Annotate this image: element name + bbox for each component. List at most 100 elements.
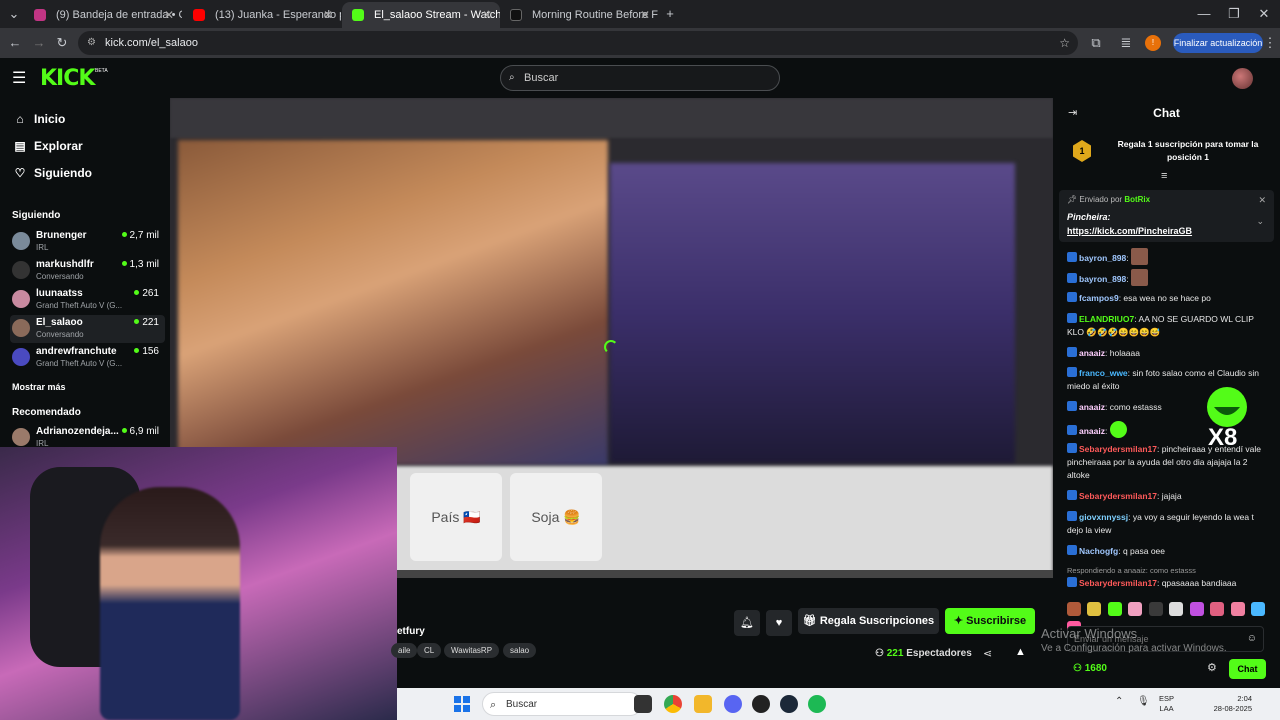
channel-points[interactable]: ⚇ 1680 bbox=[1073, 663, 1107, 674]
users-icon: ⚇ bbox=[875, 648, 887, 659]
windows-start-icon[interactable] bbox=[454, 696, 470, 712]
clock-date: 28-08-2025 bbox=[1213, 704, 1252, 713]
forward-icon[interactable]: → bbox=[29, 33, 49, 53]
steam-icon[interactable] bbox=[780, 695, 798, 713]
search-input[interactable]: ⌕ Buscar bbox=[500, 65, 780, 91]
share-icon[interactable]: ⋖ bbox=[983, 647, 992, 660]
file-explorer-icon[interactable] bbox=[694, 695, 712, 713]
channel-markushdlfr[interactable]: markushdlfr Conversando 1,3 mil bbox=[10, 257, 165, 285]
emote-icon[interactable] bbox=[1189, 602, 1204, 616]
emote-icon[interactable] bbox=[1148, 602, 1163, 616]
menu-kebab-icon[interactable]: ⋮ bbox=[1260, 33, 1280, 53]
chat-username[interactable]: bayron_898 bbox=[1079, 253, 1126, 263]
close-icon[interactable]: ✕ bbox=[164, 2, 174, 28]
nav-inicio[interactable]: ⌂ Inicio bbox=[12, 109, 65, 129]
profile-icon[interactable]: ! bbox=[1145, 35, 1161, 51]
gift-leaderboard-banner[interactable]: 1 Regala 1 suscripción para tomar la pos… bbox=[1053, 134, 1280, 174]
chat-settings-gear-icon[interactable]: ⚙ bbox=[1207, 661, 1217, 674]
input-language[interactable]: ESP LAA bbox=[1159, 694, 1174, 714]
follow-heart-icon[interactable]: ♥ bbox=[766, 610, 792, 636]
nav-siguiendo[interactable]: ♡ Siguiendo bbox=[12, 163, 92, 183]
report-icon[interactable]: ▲ bbox=[1015, 646, 1026, 658]
channel-luunaatss[interactable]: luunaatss Grand Theft Auto V (G... 261 bbox=[10, 286, 165, 314]
site-info-icon[interactable]: ⚙ bbox=[87, 31, 96, 55]
update-button[interactable]: Finalizar actualización bbox=[1173, 33, 1263, 53]
chat-username[interactable]: franco_wwe bbox=[1079, 368, 1128, 378]
avatar[interactable] bbox=[1232, 68, 1253, 89]
chat-username[interactable]: Sebarydersmilan17 bbox=[1079, 444, 1157, 454]
tab-youtube[interactable]: (13) Juanka - Esperando por ti ✕ bbox=[183, 2, 341, 28]
show-more-link[interactable]: Mostrar más bbox=[12, 382, 66, 392]
back-icon[interactable]: ← bbox=[5, 33, 25, 53]
url-field[interactable]: ⚙ kick.com/el_salaoo ☆ bbox=[78, 31, 1078, 55]
emoji-picker-icon[interactable]: ☺ bbox=[1247, 627, 1257, 651]
stream-tag[interactable]: CL bbox=[417, 643, 442, 658]
kick-logo[interactable]: KICK bbox=[40, 66, 95, 91]
tab-instagram[interactable]: (9) Bandeja de entrada • Chats ✕ bbox=[24, 2, 182, 28]
tab-search-icon[interactable]: ⌄ bbox=[4, 4, 24, 24]
emote-icon[interactable] bbox=[1230, 602, 1245, 616]
hamburger-menu-icon[interactable]: ☰ bbox=[12, 68, 26, 88]
stream-tag[interactable]: WawitasRP bbox=[444, 643, 500, 658]
new-tab-icon[interactable]: + bbox=[660, 4, 680, 24]
extensions-icon[interactable]: ⧉ bbox=[1086, 33, 1106, 53]
tray-chevron-up-icon[interactable]: ⌃ bbox=[1115, 696, 1123, 707]
chat-text: qpasaaaa bandiaaa bbox=[1161, 578, 1237, 588]
tiktok-icon bbox=[510, 9, 522, 21]
taskbar-search[interactable]: ⌕ Buscar bbox=[482, 692, 642, 716]
window-close-icon[interactable]: ✕ bbox=[1254, 4, 1274, 24]
emote-icon[interactable] bbox=[1169, 602, 1184, 616]
chat-username[interactable]: anaaiz bbox=[1079, 348, 1105, 358]
chat-username[interactable]: anaaiz bbox=[1079, 402, 1105, 412]
stream-info-bar: etfury aile CL WawitasRP salao 🔔︎ ♥ 🎁︎ R… bbox=[391, 598, 1053, 688]
reading-list-icon[interactable]: ≣ bbox=[1116, 33, 1136, 53]
pinned-link[interactable]: https://kick.com/PincheiraGB bbox=[1067, 226, 1192, 236]
emote-icon[interactable] bbox=[1251, 602, 1266, 616]
channel-el-salaoo[interactable]: El_salaoo Conversando 221 bbox=[10, 315, 165, 343]
chat-username[interactable]: giovxnnyssj bbox=[1079, 512, 1128, 522]
expand-menu-icon[interactable]: ≡ bbox=[1161, 170, 1167, 182]
close-icon[interactable]: ✕ bbox=[640, 2, 650, 28]
restore-icon[interactable]: ❐ bbox=[1224, 4, 1244, 24]
emote-icon[interactable] bbox=[1067, 602, 1081, 616]
discord-icon[interactable] bbox=[724, 695, 742, 713]
emote-icon[interactable] bbox=[1210, 602, 1225, 616]
spotify-icon[interactable] bbox=[808, 695, 826, 713]
emote-icon[interactable] bbox=[1107, 602, 1122, 616]
unpin-icon[interactable]: ✕ bbox=[1258, 195, 1266, 206]
chat-username[interactable]: bayron_898 bbox=[1079, 274, 1126, 284]
tab-tiktok[interactable]: Morning Routine Before Footb ✕ bbox=[500, 2, 658, 28]
reload-icon[interactable]: ↻ bbox=[52, 33, 72, 53]
chat-username[interactable]: Nachogfg bbox=[1079, 546, 1118, 556]
stream-tag[interactable]: salao bbox=[503, 643, 537, 658]
emote-icon[interactable] bbox=[1087, 602, 1102, 616]
chat-username[interactable]: Sebarydersmilan17 bbox=[1079, 578, 1157, 588]
chat-username[interactable]: fcampos9 bbox=[1079, 293, 1119, 303]
channel-andrewfranchute[interactable]: andrewfranchute Grand Theft Auto V (G...… bbox=[10, 344, 165, 372]
channel-brunenger[interactable]: Brunenger IRL 2,7 mil bbox=[10, 228, 165, 256]
chat-username[interactable]: Sebarydersmilan17 bbox=[1079, 491, 1157, 501]
clock[interactable]: 2:04 28-08-2025 bbox=[1202, 694, 1252, 714]
chat-send-button[interactable]: Chat bbox=[1229, 659, 1266, 679]
streamer-name[interactable]: etfury bbox=[397, 626, 425, 637]
subscribe-button[interactable]: ✦ Suscribirse bbox=[945, 608, 1035, 634]
chevron-down-icon[interactable]: ⌄ bbox=[1256, 216, 1264, 227]
task-view-icon[interactable] bbox=[634, 695, 652, 713]
emote-icon[interactable] bbox=[1128, 602, 1143, 616]
chat-username[interactable]: anaaiz bbox=[1079, 426, 1105, 436]
emote-icon bbox=[1130, 248, 1148, 265]
close-icon[interactable]: ✕ bbox=[482, 2, 492, 28]
app-icon[interactable] bbox=[752, 695, 770, 713]
tab-kick[interactable]: El_salaoo Stream - Watch Li ✕ bbox=[342, 2, 500, 28]
bookmark-star-icon[interactable]: ☆ bbox=[1059, 31, 1070, 55]
reply-reference[interactable]: Respondiendo a anaaiz: como estasss bbox=[1067, 564, 1272, 577]
nav-explorar[interactable]: ▤ Explorar bbox=[12, 136, 82, 156]
close-icon[interactable]: ✕ bbox=[323, 2, 333, 28]
notification-bell-icon[interactable]: 🔔︎ bbox=[734, 610, 760, 636]
gift-subscriptions-button[interactable]: 🎁︎ Regala Suscripciones bbox=[798, 608, 939, 634]
chrome-icon[interactable] bbox=[664, 695, 682, 713]
microphone-icon[interactable]: 🎙︎ bbox=[1137, 696, 1150, 707]
chat-username[interactable]: ELANDRIUO7 bbox=[1079, 314, 1134, 324]
minimize-icon[interactable]: — bbox=[1194, 4, 1214, 24]
stream-tag[interactable]: aile bbox=[391, 643, 418, 658]
